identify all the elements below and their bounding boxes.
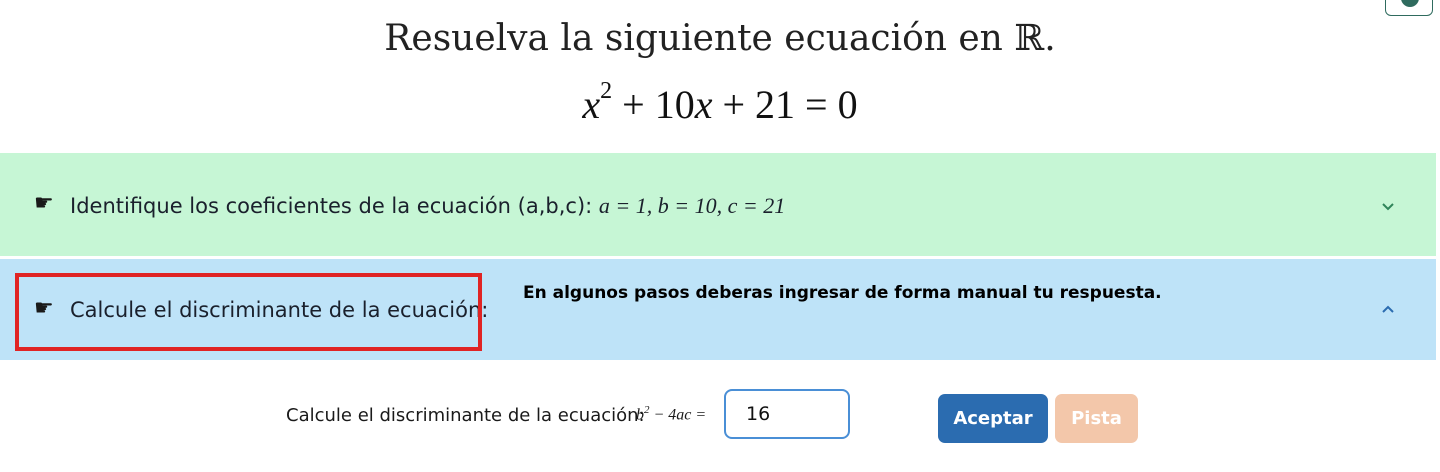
hand-pointing-right-icon: ☛: [34, 191, 54, 216]
hint-button[interactable]: Pista: [1055, 394, 1138, 443]
accept-button[interactable]: Aceptar: [938, 394, 1048, 443]
step-coefficients-math: a = 1, b = 10, c = 21: [598, 193, 786, 218]
main-equation: x2 + 10x + 21 = 0: [582, 78, 858, 127]
page-title: Resuelva la siguiente ecuación en ℝ.: [384, 18, 1056, 59]
answer-formula: b2 − 4ac =: [636, 404, 707, 424]
help-button[interactable]: [1385, 0, 1433, 16]
answer-label: Calcule el discriminante de la ecuación:: [286, 405, 645, 426]
chevron-down-icon[interactable]: [1380, 198, 1396, 214]
highlight-box: [15, 273, 482, 351]
chevron-up-icon[interactable]: [1380, 301, 1396, 317]
discriminant-input[interactable]: [724, 389, 850, 439]
help-icon: [1401, 0, 1419, 7]
step-coefficients-label: Identifique los coeficientes de la ecuac…: [70, 193, 786, 218]
manual-entry-note: En algunos pasos deberas ingresar de for…: [523, 283, 1162, 303]
step-coefficients-panel[interactable]: ☛ Identifique los coeficientes de la ecu…: [0, 153, 1436, 256]
